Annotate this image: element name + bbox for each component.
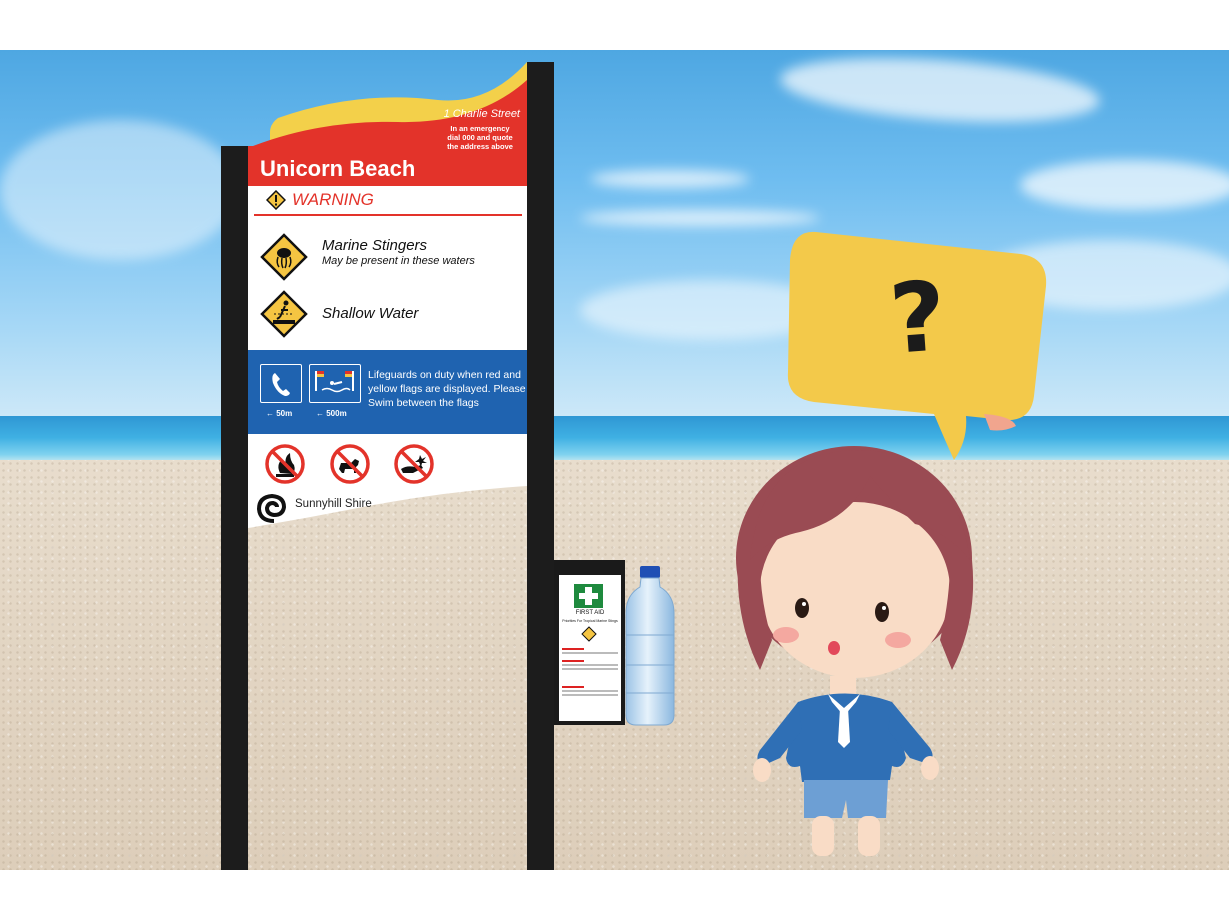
- cartoon-girl: [736, 446, 974, 856]
- first-aid-text-line: [562, 690, 618, 692]
- first-aid-text-line: [562, 686, 584, 688]
- jellyfish-icon: [260, 233, 308, 281]
- warning-divider: [254, 214, 522, 216]
- hazard-title: Shallow Water: [322, 305, 419, 322]
- warning-label: WARNING: [292, 190, 374, 209]
- cloud: [590, 170, 750, 188]
- first-aid-subtitle: Priorities For Tropical Marine Stings: [562, 619, 618, 623]
- swim-between-flags-icon: [315, 371, 354, 393]
- question-mark: ?: [886, 260, 950, 376]
- shire-logo-icon: [256, 493, 287, 523]
- first-aid-warning-icon: [581, 626, 597, 642]
- cloud: [580, 210, 820, 226]
- diving-person-icon: [260, 290, 308, 338]
- first-aid-text-line: [562, 694, 618, 696]
- sign-address: 1 Charlie Street: [443, 108, 520, 120]
- water-bottle: [625, 566, 675, 726]
- hazard-subtitle: May be present in these waters: [322, 255, 475, 267]
- council-name: Sunnyhill Shire: [295, 498, 372, 510]
- sign-post-left: [221, 146, 248, 870]
- first-aid-cross-icon: [574, 584, 603, 608]
- lifeguard-text: Lifeguards on duty when red and yellow f…: [368, 369, 526, 409]
- no-fire-icon: [265, 444, 305, 484]
- first-aid-text-line: [562, 660, 584, 662]
- hazard-title: Marine Stingers: [322, 237, 428, 254]
- emergency-notice: In an emergency dial 000 and quote the a…: [447, 124, 513, 151]
- cloud: [0, 120, 240, 260]
- no-dogs-icon: [330, 444, 370, 484]
- first-aid-text-line: [562, 648, 584, 650]
- warning-icon: [266, 190, 286, 210]
- phone-icon: [272, 373, 290, 396]
- beach-name: Unicorn Beach: [260, 156, 416, 181]
- lifeguard-distance: ← 500m: [316, 409, 347, 418]
- phone-sign: [260, 364, 302, 403]
- lifeguard-sign: [309, 364, 361, 403]
- first-aid-text-line: [562, 668, 618, 670]
- first-aid-text-line: [562, 652, 618, 654]
- phone-distance: ← 50m: [266, 409, 293, 418]
- first-aid-text-line: [562, 664, 618, 666]
- sign-post-right: [527, 62, 554, 870]
- first-aid-label: FIRST AID: [575, 610, 605, 616]
- cloud: [1020, 160, 1229, 210]
- no-feeding-icon: [394, 444, 434, 484]
